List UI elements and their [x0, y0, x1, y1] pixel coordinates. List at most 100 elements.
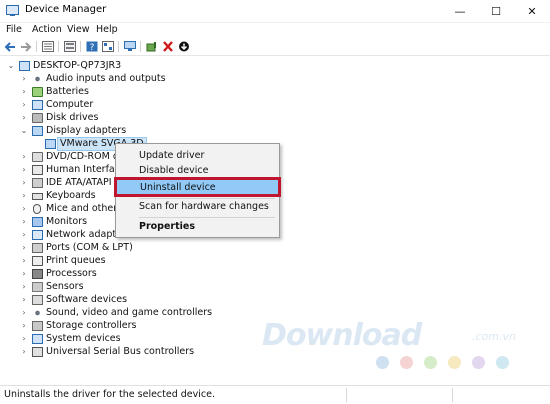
- maximize-button[interactable]: ☐: [478, 0, 514, 22]
- expand-chevron-icon[interactable]: ›: [20, 151, 28, 163]
- network-icon: [32, 230, 43, 240]
- device-manager-window: Device Manager — ☐ ✕ File Action View He…: [0, 0, 550, 404]
- storage-icon: [32, 321, 43, 331]
- mouse-icon: [33, 204, 41, 214]
- tree-category-software[interactable]: › Software devices: [0, 294, 300, 306]
- ports-icon: [32, 243, 43, 253]
- category-label: Audio inputs and outputs: [46, 73, 166, 84]
- menu-scan-hardware[interactable]: Scan for hardware changes: [116, 199, 279, 215]
- category-label: Display adapters: [46, 125, 127, 136]
- expand-chevron-icon[interactable]: ›: [20, 268, 28, 280]
- context-menu: Update driver Disable device Uninstall d…: [114, 143, 281, 238]
- speaker-icon: [32, 74, 43, 84]
- expand-chevron-icon[interactable]: ›: [20, 294, 28, 306]
- tree-category-display[interactable]: ⌄ Display adapters: [0, 125, 300, 137]
- keyboard-icon: [32, 193, 43, 200]
- expand-chevron-icon[interactable]: ›: [20, 307, 28, 319]
- menu-item-label: Uninstall device: [140, 182, 216, 193]
- disk-icon: [32, 113, 43, 123]
- menu-disable-device[interactable]: Disable device: [116, 163, 279, 179]
- expand-chevron-icon[interactable]: ›: [20, 281, 28, 293]
- menu-update-driver[interactable]: Update driver: [116, 148, 279, 164]
- close-button[interactable]: ✕: [514, 0, 550, 22]
- tree-category-processors[interactable]: › Processors: [0, 268, 300, 280]
- category-label: Monitors: [46, 216, 88, 227]
- expand-chevron-icon[interactable]: ›: [20, 164, 28, 176]
- menu-item-label: Disable device: [139, 165, 209, 176]
- monitor-icon[interactable]: [124, 41, 136, 52]
- category-label: Keyboards: [46, 190, 96, 201]
- menu-help[interactable]: Help: [96, 24, 118, 35]
- watermark-dot: [424, 356, 437, 369]
- collapse-chevron-icon[interactable]: ⌄: [7, 60, 15, 72]
- tree-category-computer[interactable]: › Computer: [0, 99, 300, 111]
- category-label: Storage controllers: [46, 320, 137, 331]
- status-bar: Uninstalls the driver for the selected d…: [0, 385, 550, 404]
- forward-icon[interactable]: [20, 41, 32, 52]
- properties-grid-icon[interactable]: [42, 41, 54, 52]
- help-icon[interactable]: ?: [86, 41, 98, 52]
- tree-category-sound[interactable]: › Sound, video and game controllers: [0, 307, 300, 319]
- svg-text:?: ?: [90, 43, 95, 52]
- window-title: Device Manager: [25, 4, 107, 15]
- enable-download-icon[interactable]: [178, 41, 190, 52]
- expand-chevron-icon[interactable]: ›: [20, 190, 28, 202]
- status-text: Uninstalls the driver for the selected d…: [4, 389, 215, 400]
- expand-chevron-icon[interactable]: ›: [20, 333, 28, 345]
- collapse-chevron-icon[interactable]: ⌄: [20, 125, 28, 137]
- expand-chevron-icon[interactable]: ›: [20, 320, 28, 332]
- expand-chevron-icon[interactable]: ›: [20, 177, 28, 189]
- category-label: Batteries: [46, 86, 89, 97]
- menu-view[interactable]: View: [67, 24, 90, 35]
- tree-category-batteries[interactable]: › Batteries: [0, 86, 300, 98]
- battery-icon: [32, 87, 43, 97]
- category-label: Sensors: [46, 281, 84, 292]
- tree-category-system[interactable]: › System devices: [0, 333, 300, 345]
- watermark-dot: [400, 356, 413, 369]
- expand-chevron-icon[interactable]: ›: [20, 99, 28, 111]
- usb-icon: [32, 347, 43, 357]
- category-label: Ports (COM & LPT): [46, 242, 133, 253]
- watermark-logo: Download: [262, 318, 422, 353]
- expand-chevron-icon[interactable]: ›: [20, 203, 28, 215]
- hid-icon: [32, 165, 43, 175]
- back-icon[interactable]: [4, 41, 16, 52]
- menu-bar: File Action View Help: [0, 22, 550, 38]
- tree-category-storage[interactable]: › Storage controllers: [0, 320, 300, 332]
- software-icon: [32, 295, 43, 305]
- device-list-icon[interactable]: [64, 41, 76, 52]
- monitor-icon: [32, 217, 43, 227]
- expand-chevron-icon[interactable]: ›: [20, 216, 28, 228]
- display-adapter-icon: [32, 126, 43, 136]
- expand-chevron-icon[interactable]: ›: [20, 255, 28, 267]
- menu-action[interactable]: Action: [32, 24, 62, 35]
- ide-icon: [32, 178, 43, 188]
- update-driver-icon[interactable]: [146, 41, 158, 52]
- expand-chevron-icon[interactable]: ›: [20, 112, 28, 124]
- tree-category-usb[interactable]: › Universal Serial Bus controllers: [0, 346, 300, 358]
- expand-chevron-icon[interactable]: ›: [20, 229, 28, 241]
- expand-chevron-icon[interactable]: ›: [20, 242, 28, 254]
- menu-file[interactable]: File: [6, 24, 22, 35]
- device-view-icon[interactable]: [102, 41, 114, 52]
- minimize-button[interactable]: —: [442, 0, 478, 22]
- menu-properties[interactable]: Properties: [116, 219, 279, 235]
- menu-uninstall-device[interactable]: Uninstall device: [114, 177, 281, 197]
- expand-chevron-icon[interactable]: ›: [20, 73, 28, 85]
- category-label: Disk drives: [46, 112, 99, 123]
- tree-category-sensors[interactable]: › Sensors: [0, 281, 300, 293]
- tree-category-ports[interactable]: › Ports (COM & LPT): [0, 242, 300, 254]
- uninstall-x-icon[interactable]: [162, 41, 174, 52]
- watermark-dot: [376, 356, 389, 369]
- dvd-icon: [32, 152, 43, 162]
- tree-root[interactable]: ⌄ DESKTOP-QP73JR3: [0, 60, 300, 72]
- tree-category-print[interactable]: › Print queues: [0, 255, 300, 267]
- tree-category-disk[interactable]: › Disk drives: [0, 112, 300, 124]
- device-manager-app-icon: [6, 5, 19, 16]
- system-icon: [32, 334, 43, 344]
- category-label: Computer: [46, 99, 94, 110]
- tree-category-audio[interactable]: › Audio inputs and outputs: [0, 73, 300, 85]
- expand-chevron-icon[interactable]: ›: [20, 86, 28, 98]
- root-computer-name: DESKTOP-QP73JR3: [33, 60, 122, 71]
- expand-chevron-icon[interactable]: ›: [20, 346, 28, 358]
